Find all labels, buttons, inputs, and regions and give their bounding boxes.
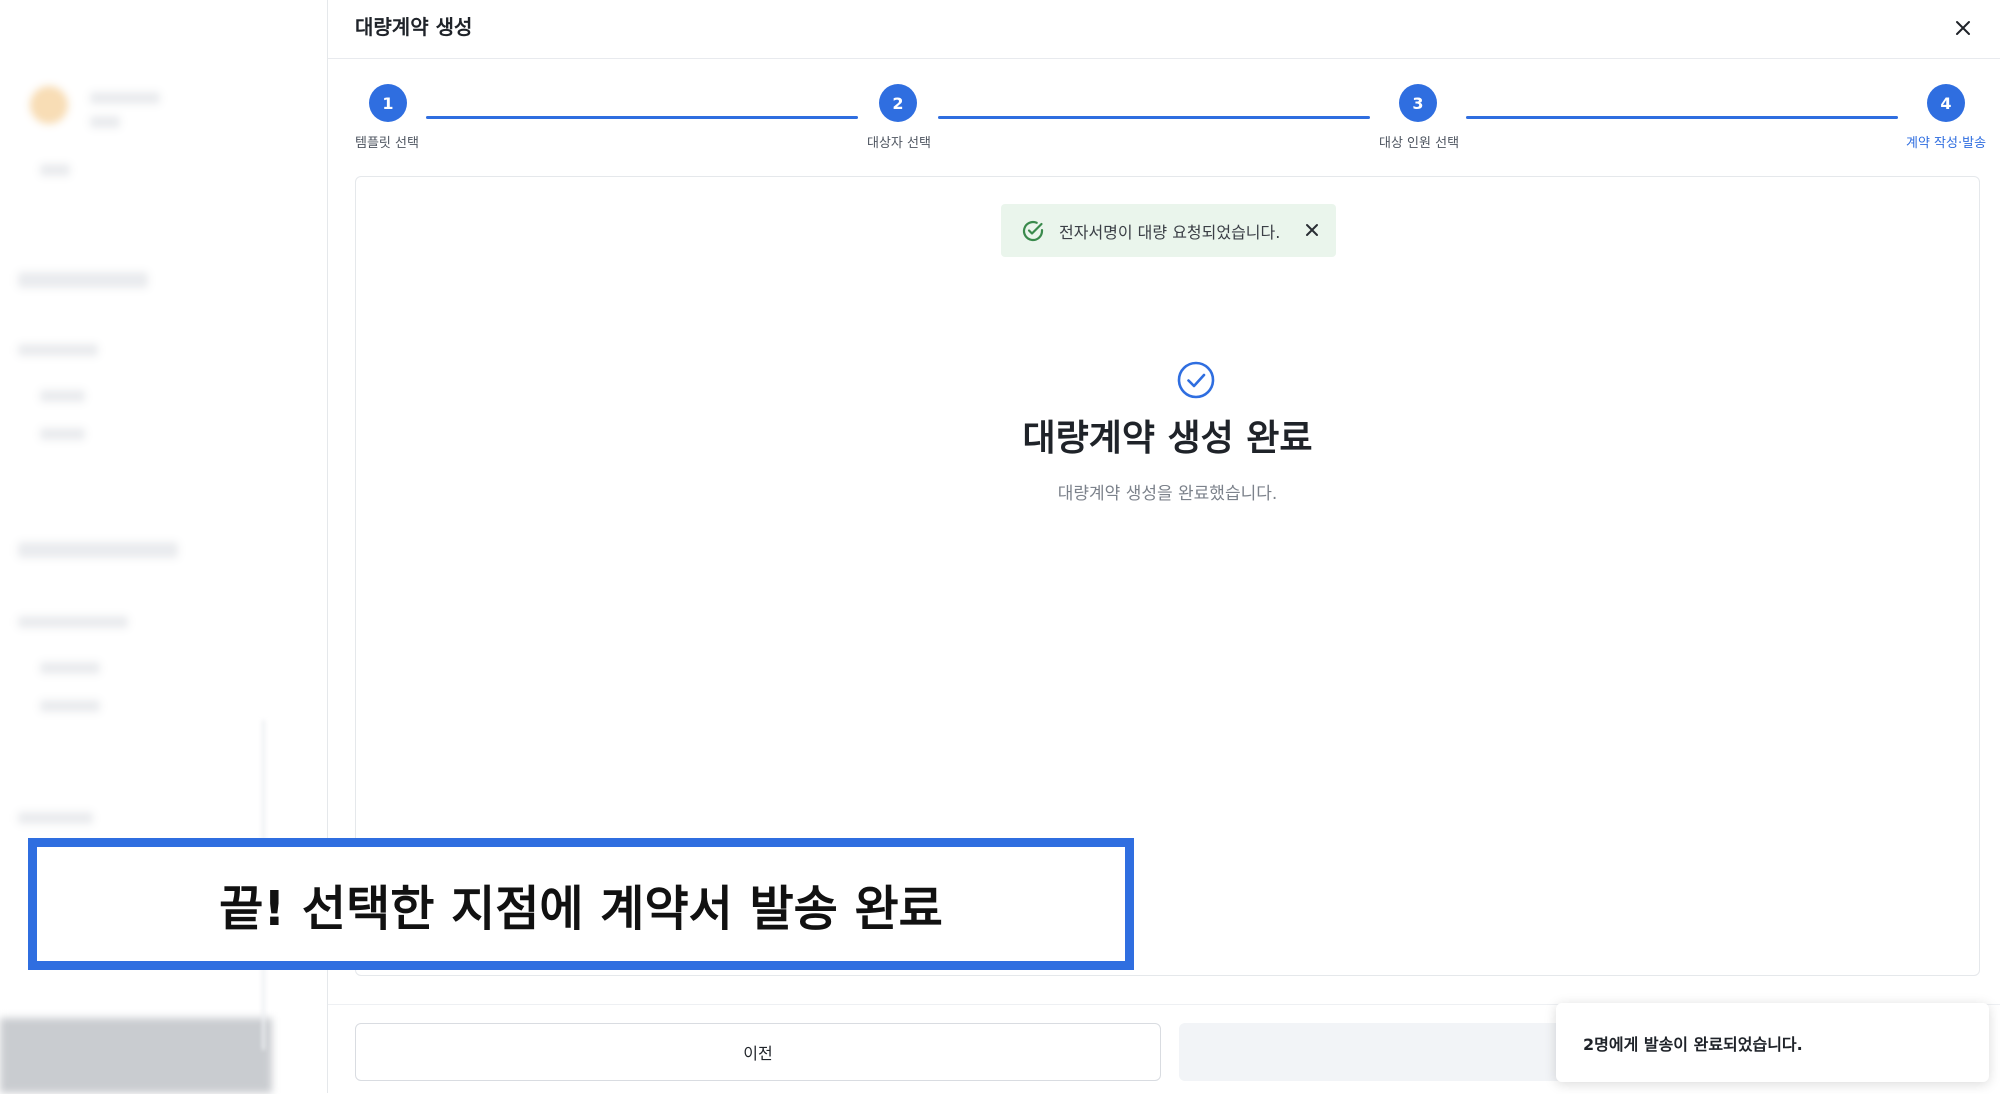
background-line	[90, 92, 160, 104]
caption-text: 끝! 선택한 지점에 계약서 발송 완료	[219, 881, 943, 937]
background-line	[18, 542, 178, 558]
step-circle-2: 2	[879, 84, 917, 122]
stepper: 1 2 3 4 템플릿 선택 대상자 선택 대상 인원 선택 계약 작성·발송	[328, 84, 2000, 154]
step-label-2: 대상자 선택	[867, 136, 931, 151]
close-button[interactable]	[1945, 10, 1981, 46]
close-icon	[1306, 224, 1318, 236]
background-bottom-button	[0, 1018, 272, 1093]
step-label-3: 대상 인원 선택	[1379, 136, 1460, 151]
step-circle-1: 1	[369, 84, 407, 122]
background-line	[18, 616, 128, 628]
background-line	[18, 272, 148, 288]
step-label-4: 계약 작성·발송	[1906, 136, 1987, 151]
background-line	[40, 164, 70, 176]
background-avatar	[30, 86, 68, 124]
step-connector	[1466, 116, 1898, 119]
background-line	[40, 700, 100, 712]
completion-title: 대량계약 생성 완료	[1022, 418, 1313, 459]
check-circle-icon	[1177, 361, 1215, 399]
completion-subtitle: 대량계약 생성을 완료했습니다.	[1057, 484, 1278, 504]
close-icon	[1956, 21, 1970, 35]
step-circle-3: 3	[1399, 84, 1437, 122]
background-line	[40, 662, 100, 674]
step-connector	[426, 116, 858, 119]
modal-header: 대량계약 생성	[328, 0, 2000, 59]
background-line	[40, 428, 85, 440]
success-toast: 전자서명이 대량 요청되었습니다.	[1001, 204, 1336, 257]
modal-title: 대량계약 생성	[355, 15, 473, 39]
step-label-1: 템플릿 선택	[355, 136, 419, 151]
step-circle-4: 4	[1927, 84, 1965, 122]
caption-overlay: 끝! 선택한 지점에 계약서 발송 완료	[28, 838, 1134, 970]
toast-message: 전자서명이 대량 요청되었습니다.	[1059, 222, 1281, 242]
previous-button[interactable]: 이전	[355, 1023, 1161, 1081]
background-line	[90, 116, 120, 128]
toast-close-button[interactable]	[1302, 220, 1322, 240]
step-connector	[938, 116, 1370, 119]
background-line	[18, 812, 93, 824]
background-line	[40, 390, 85, 402]
notification-message: 2명에게 발송이 완료되었습니다.	[1583, 1034, 1803, 1054]
sent-notification: 2명에게 발송이 완료되었습니다.	[1556, 1003, 1989, 1082]
check-circle-icon	[1022, 220, 1044, 241]
background-line	[18, 344, 98, 356]
